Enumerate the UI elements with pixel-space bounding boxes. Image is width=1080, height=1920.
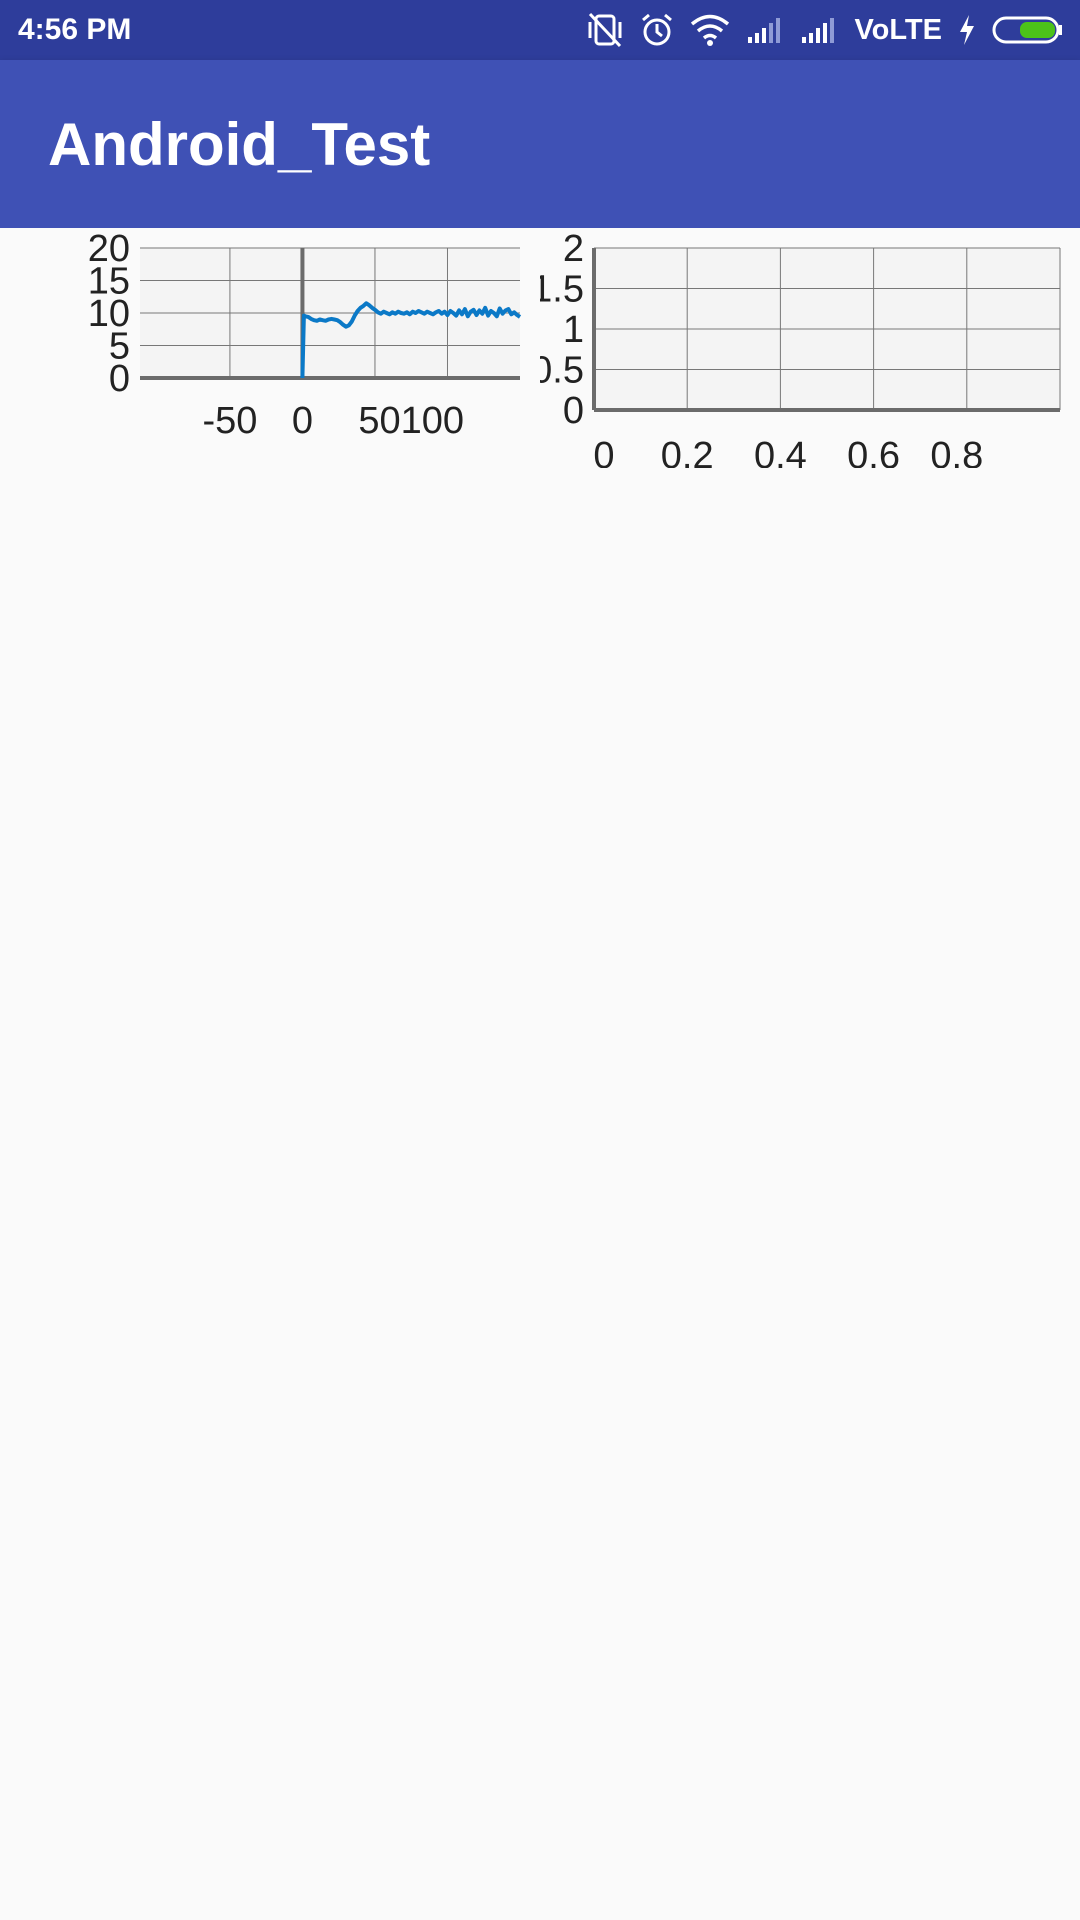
line-graph-right: 00.511.520 0.2 0.4 0.6 0.8 [540,228,1061,468]
battery-icon [992,16,1062,44]
app-title: Android_Test [48,111,431,178]
status-time: 4:56 PM [18,13,132,46]
charging-bolt-icon [960,15,974,45]
vibrate-off-icon [588,12,622,48]
x-tick-label: 0.8 [930,435,983,477]
signal-icon [748,18,781,43]
status-icons: VoLTE [570,8,1064,52]
x-tick-label: 0.2 [661,435,714,477]
wifi-icon [691,14,730,46]
y-tick-label: 0 [563,390,584,432]
y-tick-label: 0.5 [531,350,584,392]
y-tick-label: 2 [563,228,584,270]
y-tick-label: 1.5 [531,269,584,311]
signal-icon [802,18,835,43]
x-tick-label: 0.6 [847,435,900,477]
volte-label: VoLTE [854,14,942,46]
x-tick-label: 0.4 [754,435,807,477]
app-bar: Android_Test [0,60,1080,228]
content-area: 0 5 10 15 20 -50 0 50100 0 0.5 1 1.5 2 0 0.2 0.4 0.6 0.8 [0,228,1080,1920]
status-bar: 4:56 PM VoLTE [0,0,1080,60]
graph-right-group: 00.511.520 0.2 0.4 0.6 0.8 [531,228,1061,477]
x-tick-label: 0 [593,435,614,477]
y-tick-label: 1 [563,309,584,351]
alarm-icon [642,13,673,46]
